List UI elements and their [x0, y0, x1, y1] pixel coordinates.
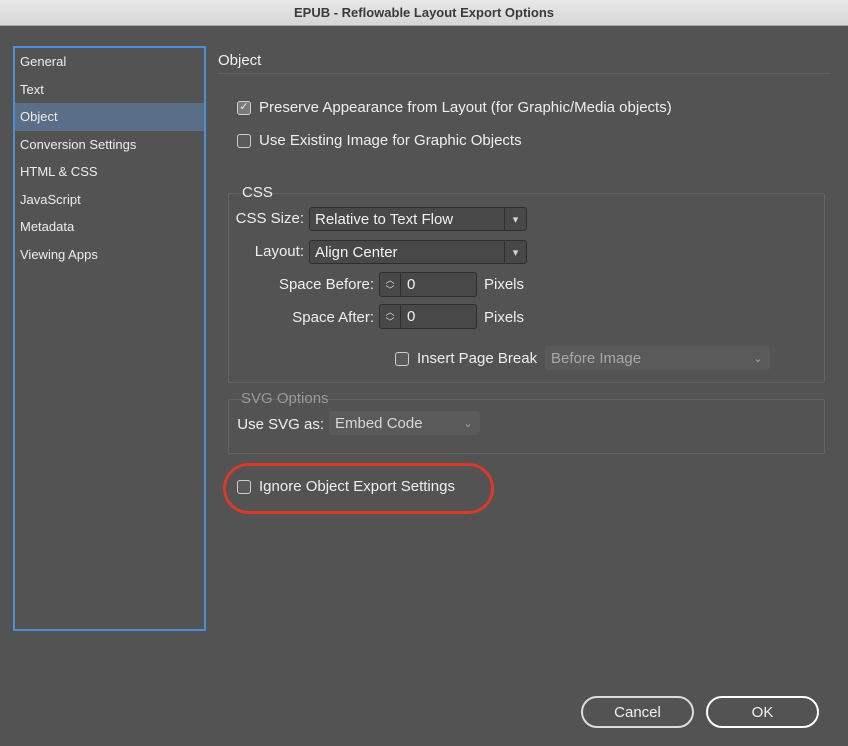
insert-page-break-label: Insert Page Break — [417, 350, 538, 367]
ok-button[interactable]: OK — [706, 696, 819, 728]
preserve-appearance-row[interactable]: ✓ Preserve Appearance from Layout (for G… — [237, 99, 672, 116]
sidebar-item-object[interactable]: Object — [15, 103, 204, 131]
svg-options-label: SVG Options — [241, 390, 329, 407]
sidebar-item-viewing-apps[interactable]: Viewing Apps — [15, 241, 204, 269]
chevron-down-icon: ▾ — [504, 241, 526, 263]
css-size-select[interactable]: Relative to Text Flow ▾ — [309, 207, 527, 231]
sidebar-item-javascript[interactable]: JavaScript — [15, 186, 204, 214]
space-after-unit: Pixels — [484, 309, 525, 326]
space-after-stepper[interactable]: ︿ ﹀ 0 — [379, 304, 477, 329]
use-existing-image-checkbox[interactable] — [237, 133, 251, 148]
use-existing-image-label: Use Existing Image for Graphic Objects — [259, 132, 522, 149]
page-break-value: Before Image — [551, 349, 642, 367]
title-divider — [218, 73, 830, 74]
insert-page-break-row[interactable]: Insert Page Break — [395, 350, 537, 367]
css-group-label: CSS — [242, 184, 273, 201]
space-before-unit: Pixels — [484, 276, 525, 293]
layout-label: Layout: — [254, 243, 304, 260]
layout-select[interactable]: Align Center ▾ — [309, 240, 527, 264]
space-before-input[interactable]: 0 — [401, 272, 477, 297]
stepper-arrows-icon[interactable]: ︿ ﹀ — [379, 272, 401, 297]
css-size-label: CSS Size: — [235, 210, 304, 227]
space-before-label: Space Before: — [278, 276, 374, 293]
space-before-stepper[interactable]: ︿ ﹀ 0 — [379, 272, 477, 297]
use-svg-select[interactable]: Embed Code ⌄ — [329, 411, 480, 435]
highlight-annotation — [223, 463, 494, 514]
sidebar-item-metadata[interactable]: Metadata — [15, 213, 204, 241]
dialog-body: General Text Object Conversion Settings … — [0, 26, 848, 746]
sidebar-item-html-css[interactable]: HTML & CSS — [15, 158, 204, 186]
space-after-input[interactable]: 0 — [401, 304, 477, 329]
insert-page-break-checkbox[interactable] — [395, 351, 409, 366]
sidebar-item-general[interactable]: General — [15, 48, 204, 76]
chevron-down-icon: ⌄ — [463, 417, 473, 430]
sidebar-item-text[interactable]: Text — [15, 76, 204, 104]
chevron-down-icon: ⌄ — [753, 352, 763, 365]
window-title: EPUB - Reflowable Layout Export Options — [0, 0, 848, 26]
chevron-down-icon: ▾ — [504, 208, 526, 230]
page-break-select[interactable]: Before Image ⌄ — [545, 346, 770, 370]
sidebar-item-conversion-settings[interactable]: Conversion Settings — [15, 131, 204, 159]
page-title: Object — [218, 52, 262, 69]
layout-value: Align Center — [315, 243, 398, 261]
cancel-button[interactable]: Cancel — [581, 696, 694, 728]
preserve-appearance-label: Preserve Appearance from Layout (for Gra… — [259, 99, 672, 116]
css-size-value: Relative to Text Flow — [315, 210, 454, 228]
space-after-label: Space After: — [292, 309, 374, 326]
use-existing-image-row[interactable]: Use Existing Image for Graphic Objects — [237, 132, 522, 149]
use-svg-label: Use SVG as: — [237, 416, 324, 433]
use-svg-value: Embed Code — [335, 414, 423, 432]
preserve-appearance-checkbox[interactable]: ✓ — [237, 100, 251, 115]
stepper-arrows-icon[interactable]: ︿ ﹀ — [379, 304, 401, 329]
sidebar: General Text Object Conversion Settings … — [13, 46, 206, 631]
